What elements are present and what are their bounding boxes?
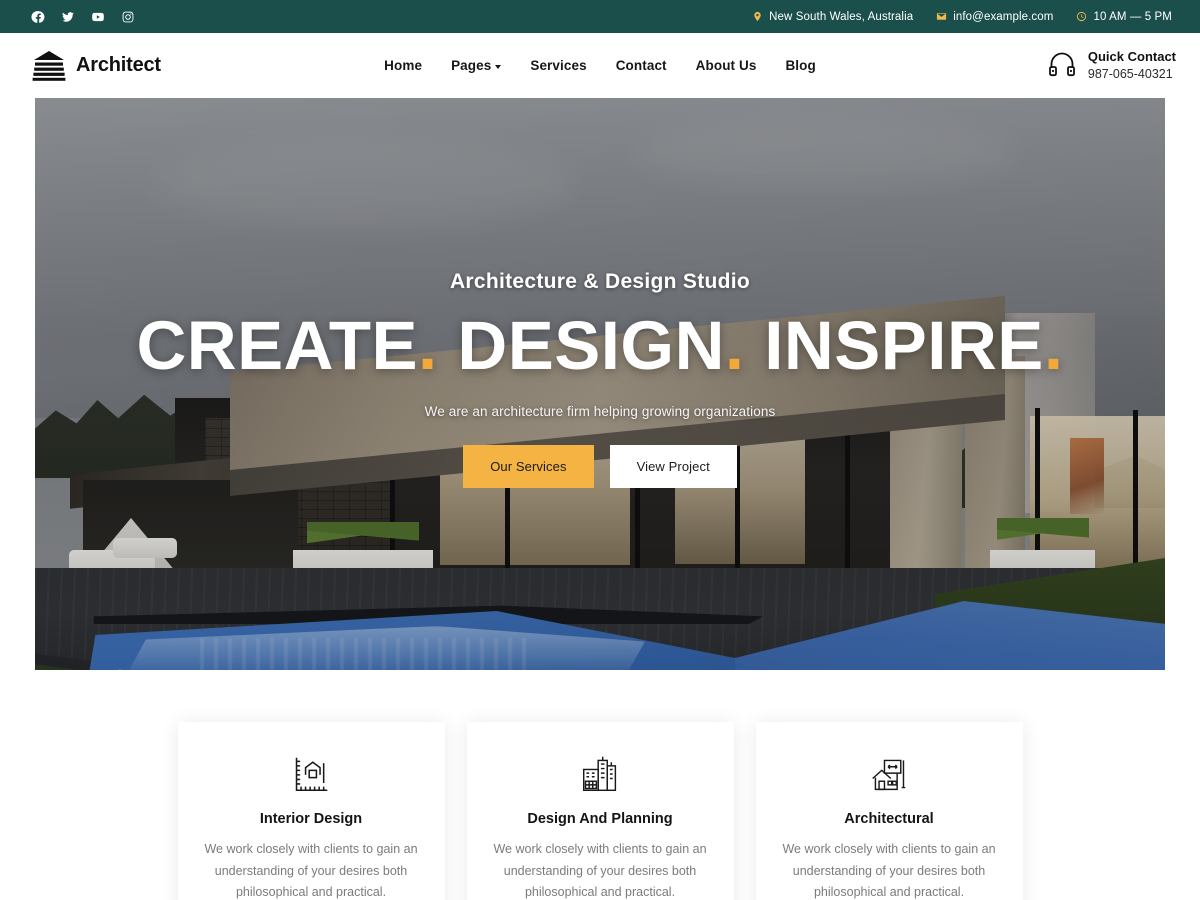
brand-name: Architect <box>76 54 161 76</box>
nav-label: Services <box>530 58 587 73</box>
service-card-title: Interior Design <box>259 811 363 827</box>
nav-label: Home <box>384 58 423 73</box>
nav-item-contact[interactable]: Contact <box>616 58 667 73</box>
service-card-description: We work closely with clients to gain an … <box>204 842 418 899</box>
topbar-location-text: New South Wales, Australia <box>769 10 914 23</box>
nav-label: Blog <box>785 58 816 73</box>
youtube-icon[interactable] <box>90 9 105 24</box>
brand-logo[interactable]: Architect <box>32 50 161 81</box>
our-services-button[interactable]: Our Services <box>463 445 594 488</box>
nav-label: Contact <box>615 58 667 73</box>
topbar-info: New South Wales, Australia info@example.… <box>751 11 1172 23</box>
topbar-hours: 10 AM — 5 PM <box>1075 11 1172 23</box>
service-card-architectural[interactable]: Architectural We work closely with clien… <box>755 722 1023 900</box>
nav-item-blog[interactable]: Blog <box>785 58 815 73</box>
nav-item-about-us[interactable]: About Us <box>696 58 757 73</box>
stacked-building-logo-icon <box>32 50 66 81</box>
topbar-location: New South Wales, Australia <box>751 11 913 23</box>
social-links <box>30 9 135 24</box>
hero-buttons: Our Services View Project <box>35 445 1165 488</box>
quick-contact[interactable]: Quick Contact 987-065-40321 <box>1047 48 1176 82</box>
hero-banner: Architecture & Design Studio CREATE. DES… <box>35 98 1165 670</box>
facebook-icon[interactable] <box>30 9 45 24</box>
house-blueprint-icon <box>782 752 997 796</box>
top-bar: New South Wales, Australia info@example.… <box>0 0 1200 33</box>
hero-eyebrow: Architecture & Design Studio <box>449 270 751 293</box>
hero-subline: We are an architecture firm helping grow… <box>424 404 776 419</box>
nav-label: About Us <box>695 58 757 73</box>
view-project-button[interactable]: View Project <box>609 445 737 488</box>
service-card-description: We work closely with clients to gain an … <box>493 842 707 899</box>
hero-headline-dot-1: . <box>418 307 438 384</box>
headset-icon <box>1047 50 1077 80</box>
services-cards: Interior Design We work closely with cli… <box>0 722 1200 900</box>
hero-headline-dot-2: . <box>724 307 745 384</box>
nav-label: Pages <box>451 58 492 73</box>
hero-headline-dot-3: . <box>1043 307 1064 384</box>
ruler-house-icon <box>204 752 419 796</box>
service-card-description: We work closely with clients to gain an … <box>782 842 996 899</box>
nav-item-pages[interactable]: Pages <box>451 58 502 73</box>
topbar-email[interactable]: info@example.com <box>935 11 1053 23</box>
nav-item-home[interactable]: Home <box>384 58 422 73</box>
service-card-interior-design[interactable]: Interior Design We work closely with cli… <box>177 722 445 900</box>
hero-headline-word-3: INSPIRE <box>764 307 1044 384</box>
hero-content: Architecture & Design Studio CREATE. DES… <box>35 270 1165 488</box>
hero-section-wrapper: Architecture & Design Studio CREATE. DES… <box>0 98 1200 670</box>
twitter-icon[interactable] <box>60 9 75 24</box>
site-header: Architect Home Pages Services Contact Ab… <box>0 33 1200 98</box>
location-pin-icon <box>751 11 763 23</box>
hero-headline-word-1: CREATE <box>136 307 419 384</box>
instagram-icon[interactable] <box>120 9 135 24</box>
service-card-design-and-planning[interactable]: Design And Planning We work closely with… <box>466 722 734 900</box>
envelope-icon <box>935 11 947 23</box>
service-card-title: Architectural <box>844 811 934 827</box>
service-card-title: Design And Planning <box>527 811 673 827</box>
city-buildings-icon <box>493 752 708 796</box>
nav-item-services[interactable]: Services <box>530 58 586 73</box>
topbar-hours-text: 10 AM — 5 PM <box>1093 10 1172 23</box>
clock-icon <box>1075 11 1087 23</box>
quick-contact-title: Quick Contact <box>1087 49 1176 65</box>
chevron-down-icon <box>495 64 502 69</box>
main-navigation: Home Pages Services Contact About Us Blo… <box>0 58 1200 73</box>
hero-headline-word-2: DESIGN <box>457 307 725 384</box>
topbar-email-text: info@example.com <box>953 10 1054 23</box>
quick-contact-phone[interactable]: 987-065-40321 <box>1088 66 1176 83</box>
hero-headline: CREATE. DESIGN. INSPIRE. <box>35 311 1165 380</box>
